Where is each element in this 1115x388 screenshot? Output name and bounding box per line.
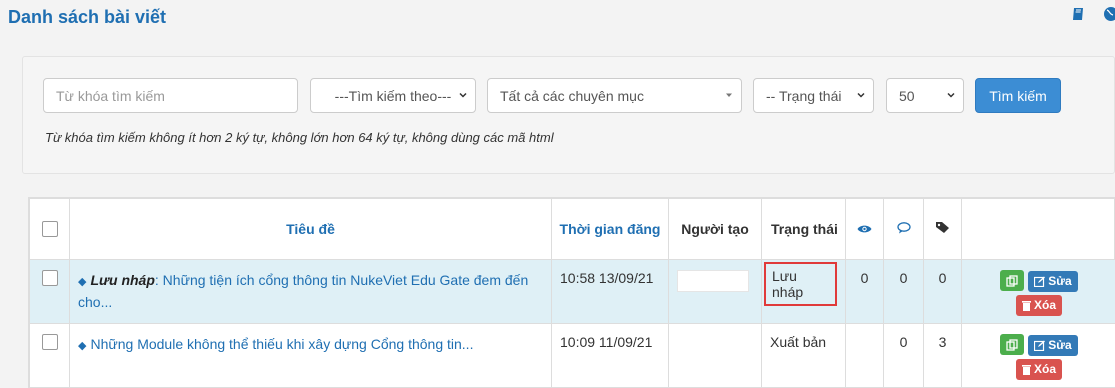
publish-time-cell: 10:58 13/09/21: [551, 259, 669, 324]
status-badge: Lưu nháp: [764, 262, 837, 306]
article-title: Những Module không thể thiếu khi xây dựn…: [90, 336, 474, 352]
status-cell: Xuất bản: [761, 323, 846, 388]
actions-cell: Sửa Xóa: [961, 323, 1115, 388]
delete-label: Xóa: [1033, 362, 1056, 376]
row-select-cell: [29, 259, 70, 324]
col-views[interactable]: [845, 198, 884, 260]
col-title[interactable]: Tiêu đề: [69, 198, 552, 260]
author-cell: [668, 259, 762, 324]
select-all-checkbox[interactable]: [41, 221, 58, 237]
tags-count: 3: [923, 323, 962, 388]
edit-label: Sửa: [1048, 338, 1072, 352]
row-title-cell: ◆ Những Module không thể thiếu khi xây dự…: [69, 323, 552, 388]
article-title-link[interactable]: ◆ Những Module không thể thiếu khi xây dự…: [78, 336, 473, 352]
caret-down-icon: [726, 93, 732, 97]
draft-prefix: Lưu nháp: [90, 272, 155, 288]
row-checkbox[interactable]: [41, 270, 58, 286]
table-header-row: Tiêu đề Thời gian đăng Người tạo Trạng t…: [29, 198, 1115, 260]
table-row: ◆ Những Module không thể thiếu khi xây dự…: [29, 323, 1115, 388]
per-page-select[interactable]: 50: [886, 78, 964, 113]
per-page-value: 50: [899, 87, 915, 104]
author-cell: [668, 323, 762, 388]
copy-icon: [1006, 338, 1019, 351]
col-author: Người tạo: [668, 198, 762, 260]
header-icons: [1071, 6, 1115, 27]
col-actions: [961, 198, 1115, 260]
table-row: ◆ Lưu nháp: Những tiện ích cổng thông tin…: [29, 259, 1115, 324]
tags-count: 0: [923, 259, 962, 324]
article-title-link[interactable]: ◆ Lưu nháp: Những tiện ích cổng thông tin…: [78, 272, 528, 310]
col-publish-time[interactable]: Thời gian đăng: [551, 198, 669, 260]
col-status: Trạng thái: [761, 198, 846, 260]
edit-icon: [1034, 340, 1046, 351]
status-select[interactable]: -- Trạng thái: [753, 78, 874, 113]
row-title-cell: ◆ Lưu nháp: Những tiện ích cổng thông tin…: [69, 259, 552, 324]
comment-icon: [896, 222, 911, 234]
views-count: [845, 323, 884, 388]
delete-button[interactable]: Xóa: [1015, 358, 1062, 380]
search-keyword-field[interactable]: [43, 78, 298, 113]
search-hint: Từ khóa tìm kiếm không ít hơn 2 ký tự, k…: [45, 130, 554, 145]
comments-count: 0: [883, 323, 924, 388]
col-comments[interactable]: [883, 198, 924, 260]
edit-label: Sửa: [1048, 274, 1072, 288]
copy-button[interactable]: [1000, 270, 1025, 291]
category-select[interactable]: Tất cả các chuyên mục: [487, 78, 742, 113]
select-all-cell: [29, 198, 70, 260]
status-cell: Lưu nháp: [761, 259, 846, 324]
row-checkbox[interactable]: [41, 334, 58, 350]
eye-icon: [857, 225, 872, 233]
category-value: Tất cả các chuyên mục: [500, 87, 644, 104]
trash-icon: [1021, 364, 1031, 375]
chevron-down-icon: [857, 91, 865, 99]
sort-icon[interactable]: ◆: [78, 276, 86, 288]
comments-count: 0: [883, 259, 924, 324]
actions-cell: Sửa Xóa: [961, 259, 1115, 324]
edit-button[interactable]: Sửa: [1028, 334, 1078, 356]
trash-icon: [1021, 300, 1031, 311]
search-panel: ---Tìm kiếm theo--- Tất cả các chuyên mụ…: [22, 56, 1115, 174]
status-value: -- Trạng thái: [766, 87, 842, 104]
search-by-value: ---Tìm kiếm theo---: [334, 87, 452, 104]
search-by-select[interactable]: ---Tìm kiếm theo---: [310, 78, 476, 113]
edit-button[interactable]: Sửa: [1028, 270, 1078, 292]
page-title: Danh sách bài viết: [8, 7, 167, 27]
search-button[interactable]: Tìm kiếm: [975, 78, 1061, 113]
author-name: [677, 270, 749, 292]
sort-icon[interactable]: ◆: [78, 340, 86, 352]
globe-icon[interactable]: [1101, 6, 1115, 27]
chevron-down-icon: [459, 92, 467, 98]
edit-icon: [1034, 276, 1046, 287]
copy-icon: [1006, 274, 1019, 287]
row-select-cell: [29, 323, 70, 388]
views-count: 0: [845, 259, 884, 324]
chevron-down-icon: [947, 92, 955, 98]
copy-button[interactable]: [1000, 334, 1025, 355]
delete-label: Xóa: [1033, 298, 1056, 312]
tags-icon: [935, 222, 949, 233]
publish-time-cell: 10:09 11/09/21: [551, 323, 669, 388]
book-icon[interactable]: [1071, 6, 1087, 27]
articles-table: Tiêu đề Thời gian đăng Người tạo Trạng t…: [28, 197, 1115, 388]
col-tags[interactable]: [923, 198, 962, 260]
delete-button[interactable]: Xóa: [1015, 294, 1062, 316]
search-keyword-input[interactable]: [56, 87, 285, 104]
